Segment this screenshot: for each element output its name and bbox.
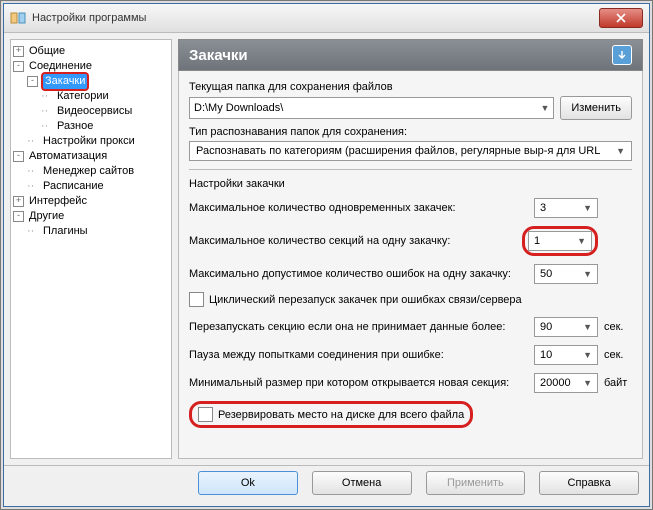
tree-item-label: Видеосервисы (55, 104, 134, 119)
pause-select[interactable]: 10 ▼ (534, 345, 598, 365)
tree-item[interactable]: +Интерфейс (13, 194, 169, 209)
content-panel: Закачки Текущая папка для сохранения фай… (178, 39, 643, 459)
window-title: Настройки программы (32, 12, 599, 24)
close-icon (616, 13, 626, 23)
restart-section-label: Перезапускать секцию если она не принима… (189, 321, 505, 333)
dialog-footer: Ok Отмена Применить Справка (4, 465, 649, 500)
cancel-button[interactable]: Отмена (312, 471, 412, 495)
tree-item[interactable]: ··Видеосервисы (13, 104, 169, 119)
chevron-down-icon: ▼ (583, 350, 592, 360)
chevron-down-icon: ▼ (583, 378, 592, 388)
tree-item-label: Настройки прокси (41, 134, 137, 149)
chevron-down-icon: ▼ (583, 269, 592, 279)
panel-heading-text: Закачки (189, 47, 248, 64)
tree-item-label: Общие (27, 44, 67, 59)
tree-item-label: Автоматизация (27, 149, 109, 164)
close-button[interactable] (599, 8, 643, 28)
tree-item[interactable]: -Автоматизация (13, 149, 169, 164)
settings-window: Настройки программы +Общие-Соединение-За… (3, 3, 650, 507)
tree-item[interactable]: ··Плагины (13, 224, 169, 239)
collapse-icon[interactable]: - (13, 211, 24, 222)
pause-label: Пауза между попытками соединения при оши… (189, 349, 444, 361)
chevron-down-icon: ▼ (583, 203, 592, 213)
expand-icon[interactable]: + (13, 46, 24, 57)
download-settings-title: Настройки закачки (189, 178, 632, 190)
chevron-down-icon: ▼ (540, 103, 549, 113)
recognition-select[interactable]: Распознавать по категориям (расширения ф… (189, 141, 632, 161)
tree-item-label: Менеджер сайтов (41, 164, 136, 179)
tree-item[interactable]: ··Разное (13, 119, 169, 134)
apply-button[interactable]: Применить (426, 471, 526, 495)
app-icon (10, 10, 26, 26)
chevron-down-icon: ▼ (577, 236, 586, 246)
tree-item[interactable]: ··Настройки прокси (13, 134, 169, 149)
nav-tree[interactable]: +Общие-Соединение-Закачки··Категории··Ви… (10, 39, 172, 459)
max-sections-select[interactable]: 1 ▼ (528, 231, 592, 251)
recognition-label: Тип распознавания папок для сохранения: (189, 126, 632, 138)
highlight-ring: 1 ▼ (522, 226, 598, 256)
chevron-down-icon: ▼ (616, 146, 625, 156)
tree-item-label: Категории (55, 89, 111, 104)
tree-item-label: Разное (55, 119, 95, 134)
recognition-value: Распознавать по категориям (расширения ф… (196, 145, 600, 157)
cyclic-restart-label: Циклический перезапуск закачек при ошибк… (209, 294, 522, 306)
expand-icon[interactable]: + (13, 196, 24, 207)
tree-item[interactable]: -Закачки (13, 74, 169, 89)
help-button[interactable]: Справка (539, 471, 639, 495)
unit-sec: сек. (604, 321, 632, 333)
tree-item[interactable]: +Общие (13, 44, 169, 59)
ok-button[interactable]: Ok (198, 471, 298, 495)
tree-item[interactable]: ··Менеджер сайтов (13, 164, 169, 179)
panel-heading: Закачки (178, 39, 643, 71)
reserve-space-checkbox[interactable] (198, 407, 213, 422)
tree-item-label: Другие (27, 209, 66, 224)
collapse-icon[interactable] (612, 45, 632, 65)
min-size-select[interactable]: 20000 ▼ (534, 373, 598, 393)
max-downloads-label: Максимальное количество одновременных за… (189, 202, 456, 214)
max-errors-select[interactable]: 50 ▼ (534, 264, 598, 284)
titlebar: Настройки программы (4, 4, 649, 33)
cyclic-restart-checkbox[interactable] (189, 292, 204, 307)
folder-label: Текущая папка для сохранения файлов (189, 81, 632, 93)
collapse-icon[interactable]: - (27, 76, 38, 87)
folder-path-select[interactable]: D:\My Downloads\ ▼ (189, 97, 554, 119)
folder-path-value: D:\My Downloads\ (194, 102, 283, 114)
highlight-ring: Резервировать место на диске для всего ф… (189, 401, 473, 428)
tree-item-label: Расписание (41, 179, 106, 194)
tree-item-label: Плагины (41, 224, 90, 239)
tree-item[interactable]: ··Категории (13, 89, 169, 104)
tree-item[interactable]: -Соединение (13, 59, 169, 74)
max-errors-label: Максимально допустимое количество ошибок… (189, 268, 511, 280)
tree-item[interactable]: ··Расписание (13, 179, 169, 194)
restart-section-select[interactable]: 90 ▼ (534, 317, 598, 337)
tree-item[interactable]: -Другие (13, 209, 169, 224)
chevron-down-icon: ▼ (583, 322, 592, 332)
change-folder-button[interactable]: Изменить (560, 96, 632, 120)
min-size-label: Минимальный размер при котором открывает… (189, 377, 509, 389)
reserve-space-label: Резервировать место на диске для всего ф… (218, 409, 464, 421)
max-sections-label: Максимальное количество секций на одну з… (189, 235, 450, 247)
max-downloads-select[interactable]: 3 ▼ (534, 198, 598, 218)
unit-sec: сек. (604, 349, 632, 361)
unit-byte: байт (604, 377, 632, 389)
collapse-icon[interactable]: - (13, 151, 24, 162)
tree-item-label: Интерфейс (27, 194, 89, 209)
collapse-icon[interactable]: - (13, 61, 24, 72)
